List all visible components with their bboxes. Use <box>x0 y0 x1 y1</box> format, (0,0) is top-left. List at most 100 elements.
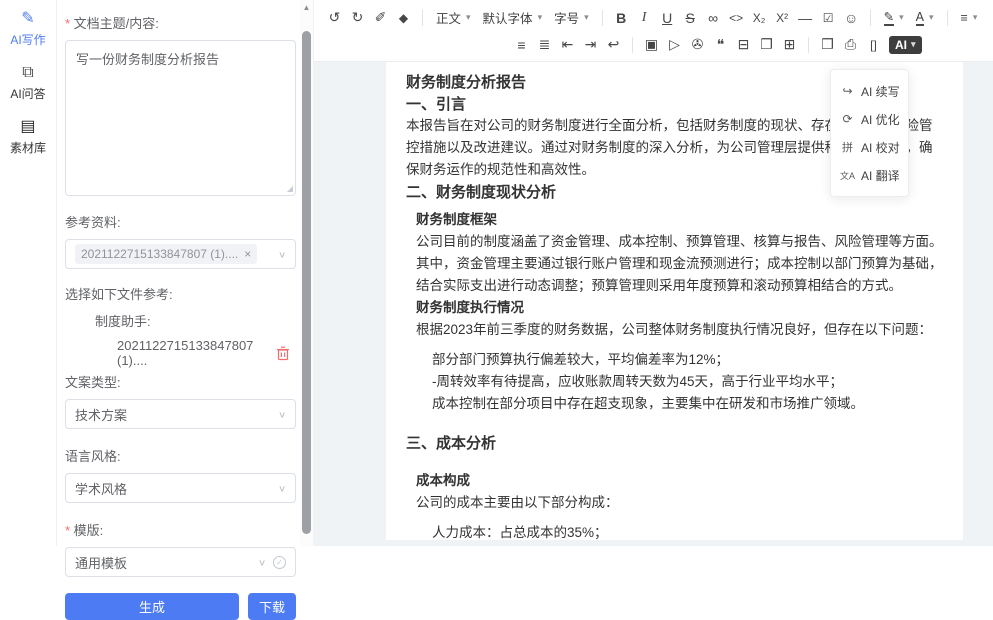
issue-item: -周转效率有待提高，应收账款周转天数为45天，高于行业平均水平； <box>432 371 943 393</box>
editor-toolbar: ↺ ↻ ✐ ◆ 正文 ▾ 默认字体 ▾ 字号 ▾ B I <box>314 0 993 62</box>
preview-panel-icon[interactable]: ❒ <box>817 34 838 56</box>
italic-icon[interactable]: I <box>634 7 655 29</box>
blockquote-icon[interactable]: ❝ <box>710 34 731 56</box>
type-select[interactable]: 技术方案 ∨ <box>65 399 296 429</box>
underline-icon[interactable]: U <box>657 7 678 29</box>
tag-close-icon[interactable]: × <box>244 247 251 261</box>
caret-down-icon: ▾ <box>911 39 916 50</box>
reference-select[interactable]: 2021122715133847807 (1).... × ∨ <box>65 239 296 269</box>
menu-item-ai-optimize[interactable]: ⟳ AI 优化 <box>831 105 908 133</box>
scrollbar-thumb[interactable] <box>302 31 311 534</box>
line-break-icon[interactable]: ↩ <box>603 34 624 56</box>
menu-item-ai-proofread[interactable]: 拼 AI 校对 <box>831 133 908 161</box>
video-icon[interactable]: ▷ <box>664 34 685 56</box>
section-3-sub-1-heading: 成本构成 <box>416 470 943 492</box>
scroll-up-icon[interactable]: ▲ <box>300 3 313 12</box>
reference-tag: 2021122715133847807 (1).... × <box>75 244 257 264</box>
issue-item: 部分部门预算执行偏差较大，平均偏差率为12%； <box>432 349 943 371</box>
section-2-sub-1-body: 公司目前的制度涵盖了资金管理、成本控制、预算管理、核算与报告、风险管理等方面。其… <box>416 231 943 297</box>
link-icon[interactable]: ∞ <box>703 7 724 29</box>
nav-item-material-library[interactable]: ▤ 素材库 <box>10 118 46 156</box>
fullscreen-icon[interactable]: [] <box>863 34 884 56</box>
bullet-list-icon[interactable]: ≡ <box>511 34 532 56</box>
task-checkbox-icon[interactable]: ☑ <box>818 7 839 29</box>
nav-item-ai-writing[interactable]: ✎ AI写作 <box>10 10 45 48</box>
menu-item-label: AI 翻译 <box>861 167 900 184</box>
align-icon: ≡ <box>961 11 968 25</box>
format-painter-icon[interactable]: ✐ <box>370 7 391 29</box>
paragraph-style-select[interactable]: 正文 ▾ <box>431 7 476 29</box>
cost-list: 人力成本：占总成本的35%； <box>406 522 943 540</box>
caret-down-icon: ▾ <box>584 12 589 23</box>
topic-textarea[interactable] <box>65 40 296 196</box>
template-select[interactable]: 通用模板 ∨ ✓ <box>65 547 296 577</box>
section-2-sub-2-heading: 财务制度执行情况 <box>416 297 943 319</box>
paragraph-style-value: 正文 <box>436 8 461 27</box>
subscript-icon[interactable]: X₂ <box>749 7 770 29</box>
section-2-sub-2-body: 根据2023年前三季度的财务数据，公司整体财务制度执行情况良好，但存在以下问题： <box>416 319 943 341</box>
attachment-icon[interactable]: ✇ <box>687 34 708 56</box>
reference-label: 参考资料: <box>65 212 296 231</box>
font-color-button[interactable]: A ▾ <box>911 7 939 29</box>
caret-down-icon: ▾ <box>973 12 978 23</box>
chevron-down-icon: ∨ <box>278 249 286 259</box>
ai-optimize-icon: ⟳ <box>840 112 855 126</box>
ai-button-label: AI <box>895 38 907 52</box>
font-family-select[interactable]: 默认字体 ▾ <box>478 7 548 29</box>
redo-icon[interactable]: ↻ <box>347 7 368 29</box>
image-icon[interactable]: ▣ <box>641 34 662 56</box>
type-select-value: 技术方案 <box>75 405 127 424</box>
eraser-icon[interactable]: ◆ <box>393 7 414 29</box>
inline-code-icon[interactable]: <> <box>726 7 747 29</box>
topic-label: 文档主题/内容: <box>65 13 296 32</box>
style-select[interactable]: 学术风格 ∨ <box>65 473 296 503</box>
check-circle-icon: ✓ <box>273 556 286 569</box>
generate-button[interactable]: 生成 <box>65 593 239 620</box>
font-color-icon: A <box>916 10 924 26</box>
menu-item-ai-translate[interactable]: 文A AI 翻译 <box>831 161 908 189</box>
nav-item-ai-qa[interactable]: ⧉ AI问答 <box>10 64 45 102</box>
editor: ↺ ↻ ✐ ◆ 正文 ▾ 默认字体 ▾ 字号 ▾ B I <box>313 0 993 546</box>
file-row: 2021122715133847807 (1).... <box>117 338 296 368</box>
toolbar-separator <box>808 37 809 53</box>
table-icon[interactable]: ⊞ <box>779 34 800 56</box>
nav-item-label: AI问答 <box>10 85 45 102</box>
nav-item-label: AI写作 <box>10 31 45 48</box>
font-family-value: 默认字体 <box>483 8 533 27</box>
ai-translate-icon: 文A <box>840 169 855 182</box>
divider-icon[interactable]: ⊟ <box>733 34 754 56</box>
emoji-icon[interactable]: ☺ <box>841 7 862 29</box>
superscript-icon[interactable]: X² <box>772 7 793 29</box>
ai-menu-button[interactable]: AI ▾ <box>889 36 922 54</box>
align-button[interactable]: ≡ ▾ <box>956 7 983 29</box>
template-label: 模版: <box>65 520 296 539</box>
horizontal-rule-icon[interactable]: — <box>795 7 816 29</box>
app-window: ✎ AI写作 ⧉ AI问答 ▤ 素材库 文档主题/内容: ◢ 参考资料: 202… <box>0 0 993 546</box>
print-icon[interactable]: ⎙ <box>840 34 861 56</box>
toolbar-row-2: ≡ ≣ ⇤ ⇥ ↩ ▣ ▷ ✇ ❝ ⊟ ❐ ⊞ ❒ ⎙ [] AI ▾ <box>511 31 987 58</box>
caret-down-icon: ▾ <box>929 12 934 23</box>
nav-item-label: 素材库 <box>10 139 46 156</box>
indent-icon[interactable]: ⇥ <box>580 34 601 56</box>
highlight-color-button[interactable]: ✎ ▾ <box>879 7 909 29</box>
issue-item: 成本控制在部分项目中存在超支现象，主要集中在研发和市场推广领域。 <box>432 393 943 415</box>
trash-icon[interactable] <box>276 346 290 361</box>
outdent-icon[interactable]: ⇤ <box>557 34 578 56</box>
code-block-icon[interactable]: ❐ <box>756 34 777 56</box>
library-icon: ▤ <box>20 118 35 136</box>
chevron-down-icon: ∨ <box>258 557 266 567</box>
section-3-sub-1-body: 公司的成本主要由以下部分构成： <box>416 492 943 514</box>
caret-down-icon: ▾ <box>538 12 543 23</box>
undo-icon[interactable]: ↺ <box>324 7 345 29</box>
menu-item-ai-continue[interactable]: ↪ AI 续写 <box>831 77 908 105</box>
topic-textarea-wrap: ◢ <box>65 40 296 199</box>
ordered-list-icon[interactable]: ≣ <box>534 34 555 56</box>
download-button[interactable]: 下载 <box>248 593 296 620</box>
menu-item-label: AI 续写 <box>861 83 900 100</box>
toolbar-separator <box>422 10 423 26</box>
writing-form-panel: 文档主题/内容: ◢ 参考资料: 2021122715133847807 (1)… <box>57 0 300 546</box>
font-size-select[interactable]: 字号 ▾ <box>549 7 594 29</box>
toolbar-separator <box>870 10 871 26</box>
strikethrough-icon[interactable]: S <box>680 7 701 29</box>
bold-icon[interactable]: B <box>611 7 632 29</box>
